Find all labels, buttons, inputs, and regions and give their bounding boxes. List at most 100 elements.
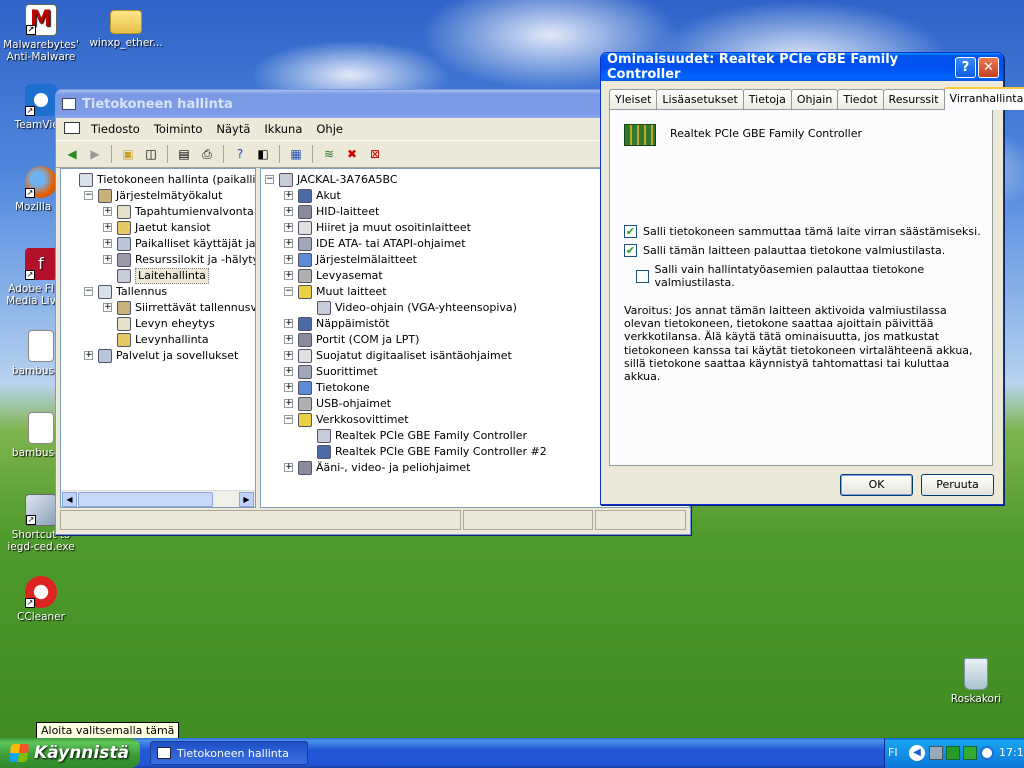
tree-item[interactable]: Levyn eheytys (61, 316, 255, 332)
forward-arrow-icon[interactable]: ▶ (85, 145, 105, 163)
tree-item[interactable]: − Tallennus (61, 284, 255, 300)
tab-advanced[interactable]: Lisäasetukset (656, 89, 744, 109)
desktop-icon-ccleaner[interactable]: ↗ CCleaner (1, 576, 81, 623)
help-icon[interactable]: ? (230, 145, 250, 163)
tab-info[interactable]: Tietoja (742, 89, 792, 109)
checkbox-allow-turn-off[interactable]: ✔ (624, 225, 637, 238)
help-button[interactable]: ? (955, 56, 976, 78)
collapse-icon[interactable]: − (284, 287, 293, 296)
taskbar-item-computer-management[interactable]: Tietokoneen hallinta (150, 741, 308, 765)
scan-hardware-icon[interactable]: ▦ (286, 145, 306, 163)
tree-item[interactable]: Levynhallinta (61, 332, 255, 348)
expand-icon[interactable]: + (284, 351, 293, 360)
expand-icon[interactable]: + (284, 367, 293, 376)
tree-item[interactable]: + Paikalliset käyttäjät ja ryhmä (61, 236, 255, 252)
tab-resources[interactable]: Resurssit (882, 89, 945, 109)
expand-icon[interactable]: + (103, 223, 112, 232)
expand-icon[interactable]: + (103, 255, 112, 264)
update-driver-icon[interactable]: ≋ (319, 145, 339, 163)
menu-help[interactable]: Ohje (309, 122, 350, 136)
collapse-icon[interactable]: − (84, 191, 93, 200)
up-folder-icon[interactable]: ▣ (118, 145, 138, 163)
disable-device-icon[interactable]: ✖ (342, 145, 362, 163)
safely-remove-tray-icon[interactable] (963, 746, 977, 760)
language-indicator[interactable]: FI (888, 746, 898, 759)
expand-icon[interactable]: + (284, 383, 293, 392)
tree-item[interactable]: + Tapahtumienvalvonta (61, 204, 255, 220)
menu-action[interactable]: Toiminto (147, 122, 210, 136)
expand-icon[interactable]: + (84, 351, 93, 360)
taskbar-item-label: Tietokoneen hallinta (177, 746, 289, 760)
tree-item[interactable]: + Jaetut kansiot (61, 220, 255, 236)
tab-driver[interactable]: Ohjain (790, 89, 839, 109)
print-icon[interactable]: ⎙ (197, 145, 217, 163)
expand-icon[interactable]: + (284, 271, 293, 280)
collapse-icon[interactable]: − (265, 175, 274, 184)
desktop-icon-folder[interactable]: winxp_ether... (86, 4, 166, 49)
tab-general[interactable]: Yleiset (609, 89, 658, 109)
option-allow-turn-off[interactable]: ✔ Salli tietokoneen sammuttaa tämä laite… (624, 225, 981, 238)
clock[interactable]: 17:11 (999, 746, 1024, 759)
expand-icon[interactable]: + (103, 207, 112, 216)
expand-icon[interactable]: + (284, 463, 293, 472)
expand-icon[interactable]: + (284, 335, 293, 344)
show-hide-tree-icon[interactable]: ◫ (141, 145, 161, 163)
desktop-icon-malwarebytes[interactable]: M ↗ Malwarebytes' Anti-Malware (1, 4, 81, 63)
status-panel (594, 510, 686, 530)
ok-button[interactable]: OK (840, 474, 913, 496)
network-tray-icon[interactable] (929, 746, 943, 760)
option-management-only[interactable]: Salli vain hallintatyöasemien palauttaa … (636, 263, 992, 289)
expand-icon[interactable]: + (284, 319, 293, 328)
tree-item-icon (117, 253, 131, 267)
console-icon[interactable] (60, 121, 84, 137)
expand-icon[interactable]: + (284, 255, 293, 264)
tab-details[interactable]: Tiedot (837, 89, 884, 109)
console-tree-pane[interactable]: Tietokoneen hallinta (paikallinen)−Järje… (60, 168, 256, 508)
tree-item-label: Ääni-, video- ja peliohjaimet (316, 461, 471, 474)
properties-icon[interactable]: ▤ (174, 145, 194, 163)
title-bar[interactable]: Tietokoneen hallinta (56, 90, 690, 118)
tree-item[interactable]: + Siirrettävät tallennusvälineet (61, 300, 255, 316)
start-button[interactable]: Käynnistä (0, 738, 140, 768)
desktop-icon-label: Adobe Fl Media Liv (6, 283, 56, 307)
cancel-button[interactable]: Peruuta (921, 474, 994, 496)
tree-item[interactable]: + Resurssilokit ja -hälytykset (61, 252, 255, 268)
back-arrow-icon[interactable]: ◀ (62, 145, 82, 163)
tray-expand-icon[interactable]: ◀ (909, 745, 925, 761)
tree-item[interactable]: Laitehallinta (61, 268, 255, 284)
menu-view[interactable]: Näytä (209, 122, 257, 136)
desktop-icon-recycle-bin[interactable]: Roskakori (936, 658, 1016, 705)
scroll-thumb[interactable] (78, 492, 213, 507)
tree-item-icon (298, 397, 312, 411)
scroll-right-arrow[interactable]: ▶ (239, 492, 254, 507)
show-hide-action-pane-icon[interactable]: ◧ (253, 145, 273, 163)
collapse-icon[interactable]: − (84, 287, 93, 296)
checkbox-allow-wake[interactable]: ✔ (624, 244, 637, 257)
checkbox-management-only[interactable] (636, 269, 649, 283)
option-allow-wake[interactable]: ✔ Salli tämän laitteen palauttaa tietoko… (624, 244, 945, 257)
tree-item[interactable]: − Järjestelmätyökalut (61, 188, 255, 204)
expand-icon[interactable]: + (284, 399, 293, 408)
collapse-icon[interactable]: − (284, 415, 293, 424)
security-tray-icon[interactable] (946, 746, 960, 760)
tree-item-icon (98, 349, 112, 363)
menu-file[interactable]: Tiedosto (84, 122, 147, 136)
expand-icon[interactable]: + (284, 207, 293, 216)
properties-dialog[interactable]: Ominaisuudet: Realtek PCIe GBE Family Co… (600, 52, 1024, 505)
scroll-left-arrow[interactable]: ◀ (62, 492, 77, 507)
expand-icon[interactable]: + (284, 223, 293, 232)
expand-icon[interactable]: + (284, 191, 293, 200)
tab-power-management[interactable]: Virranhallinta (943, 87, 1024, 110)
menu-window[interactable]: Ikkuna (257, 122, 309, 136)
expand-icon[interactable]: + (103, 239, 112, 248)
expand-icon[interactable]: + (284, 239, 293, 248)
tree-item[interactable]: + Palvelut ja sovellukset (61, 348, 255, 364)
close-button[interactable]: ✕ (978, 56, 999, 78)
teamviewer-tray-icon[interactable] (980, 746, 994, 760)
expand-icon[interactable]: + (103, 303, 112, 312)
computer-management-window[interactable]: Tietokoneen hallinta Tiedosto Toiminto N… (55, 89, 691, 535)
horizontal-scrollbar[interactable]: ◀ ▶ (61, 490, 255, 507)
dialog-title-bar[interactable]: Ominaisuudet: Realtek PCIe GBE Family Co… (601, 52, 1003, 82)
uninstall-device-icon[interactable]: ⊠ (365, 145, 385, 163)
tree-item[interactable]: Tietokoneen hallinta (paikallinen) (61, 172, 255, 188)
